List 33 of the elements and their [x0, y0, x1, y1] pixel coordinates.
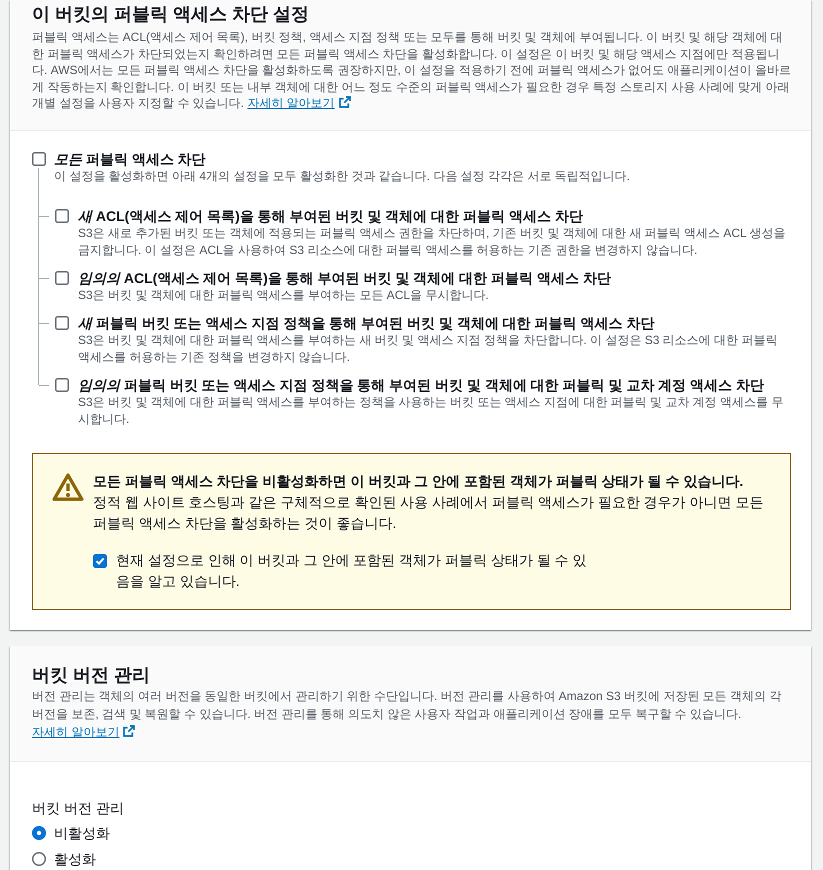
learn-more-link[interactable]: 자세히 알아보기: [32, 724, 136, 738]
checkbox-label[interactable]: 모든 퍼블릭 액세스 차단: [54, 150, 206, 168]
external-link-icon: [338, 96, 351, 108]
setting-description: S3은 버킷 및 객체에 대한 퍼블릭 액세스를 부여하는 정책을 사용하는 버킷 또는 액세스 지점에 대한 퍼블릭 및 교차 계정 액세스를 무시합니다.: [78, 394, 784, 428]
radio-button[interactable]: [32, 826, 46, 840]
setting-description: 이 설정을 활성화하면 아래 4개의 설정을 모두 활성화한 것과 같습니다. 다음 설정 각각은 서로 독립적입니다.: [38, 168, 791, 184]
setting-description: S3은 버킷 및 객체에 대한 퍼블릭 액세스를 부여하는 새 버킷 및 액세스 지점 정책을 차단합니다. 이 설정은 S3 리소스에 대한 퍼블릭 액세스를 허용하는 기존 정책을 변경하지 않습니다.: [78, 332, 778, 366]
radio-label[interactable]: 비활성화: [54, 822, 110, 842]
warning-message: 정적 웹 사이트 호스팅과 같은 구체적으로 확인된 사용 사례에서 퍼블릭 액세스가 필요한 경우가 아니면 모든 퍼블릭 액세스 차단을 활성화하는 것이 좋습니다.: [93, 492, 764, 532]
checkbox[interactable]: [55, 208, 69, 222]
radio-label[interactable]: 활성화: [54, 848, 96, 868]
warning-title: 모든 퍼블릭 액세스 차단을 비활성화하면 이 버킷과 그 안에 포함된 객체가 퍼블릭 상태가 될 수 있습니다.: [93, 472, 744, 490]
warning-icon: [52, 472, 84, 502]
checkbox-label[interactable]: 새 퍼블릭 버킷 또는 액세스 지점 정책을 통해 부여된 버킷 및 객체에 대한 퍼블릭 액세스 차단: [78, 314, 654, 332]
checkbox-label[interactable]: 임의의 퍼블릭 버킷 또는 액세스 지점 정책을 통해 부여된 버킷 및 객체에 대한 퍼블릭 및 교차 계정 액세스 차단: [78, 376, 764, 394]
checkbox[interactable]: [55, 270, 69, 284]
checkbox-label[interactable]: 임의의 ACL(액세스 제어 목록)을 통해 부여된 버킷 및 객체에 대한 퍼블릭 액세스 차단: [78, 268, 611, 286]
learn-more-link[interactable]: 자세히 알아보기: [247, 96, 351, 110]
checkbox[interactable]: [32, 152, 46, 166]
card-title: 버킷 버전 관리: [32, 664, 152, 686]
setting-description: S3은 새로 추가된 버킷 또는 객체에 적용되는 퍼블릭 액세스 권한을 차단하며, 기존 버킷 및 객체에 대한 새 퍼블릭 액세스 ACL 생성을 금지합니다. 이 설정은 ACL을 사용하여 S3 리소스에 대한 퍼블릭 액세스를 허용하는 기존 권한을 변경하지 않습니다.: [78, 224, 787, 258]
checkbox[interactable]: [55, 378, 69, 392]
card-title: 이 버킷의 퍼블릭 액세스 차단 설정: [32, 3, 310, 25]
checkbox[interactable]: [55, 316, 69, 330]
checkbox-label[interactable]: 현재 설정으로 인해 이 버킷과 그 안에 포함된 객체가 퍼블릭 상태가 될 수 있음을 알고 있습니다.: [116, 550, 594, 592]
radio-button[interactable]: [32, 852, 46, 866]
description-text: 버전 관리는 객체의 여러 버전을 동일한 버킷에서 관리하기 위한 수단입니다. 버전 관리를 사용하여 Amazon S3 버킷에 저장된 모든 객체의 각 버전을 보존, 검색 및 복원할 수 있습니다. 버전 관리를 통해 의도치 않은 사용자 작업과 애플리케이션 장애를 모두 복구할 수 있습니다. 자세히 알아보기: [32, 688, 782, 740]
external-link-icon: [123, 724, 136, 736]
checkbox[interactable]: [93, 554, 107, 568]
setting-description: S3은 버킷 및 객체에 대한 퍼블릭 액세스를 부여하는 모든 ACL을 무시합니다.: [78, 286, 490, 304]
checkbox-label[interactable]: 새 ACL(액세스 제어 목록)을 통해 부여된 버킷 및 객체에 대한 퍼블릭 액세스 차단: [78, 206, 583, 224]
description-text: 퍼블릭 액세스는 ACL(액세스 제어 목록), 버킷 정책, 액세스 지점 정책 또는 모두를 통해 버킷 및 객체에 부여됩니다. 이 버킷 및 해당 객체에 대한 퍼블릭 액세스가 차단되었는지 확인하려면 모든 퍼블릭 액세스 차단을 활성화합니다. 이 설정은 이 버킷 및 해당 액세스 지점에만 적용됩니다. AWS에서는 모든 퍼블릭 액세스 차단을 활성화하도록 권장하지만, 이 설정을 적용하기 전에 퍼블릭 액세스가 없어도 애플리케이션이 올바르게 작동하는지 확인합니다. 이 버킷 또는 내부 객체에 대한 어느 정도 수준의 퍼블릭 액세스가 필요한 경우 특정 스토리지 사용 사례에 맞게 아래 개별 설정을 사용자 지정할 수 있습니다. 자세히 알아보기: [32, 29, 791, 112]
field-label: 버킷 버전 관리: [32, 798, 125, 816]
